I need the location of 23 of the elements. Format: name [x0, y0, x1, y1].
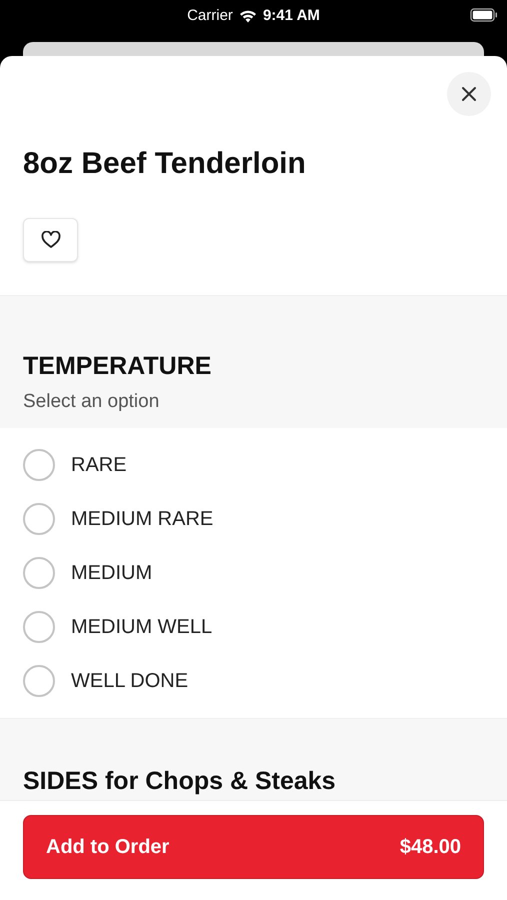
- radio-button[interactable]: [23, 665, 55, 697]
- time-label: 9:41 AM: [262, 6, 320, 26]
- battery-icon: [470, 8, 498, 22]
- section-heading: TEMPERATURE: [23, 352, 212, 380]
- carrier-label: Carrier: [187, 6, 233, 26]
- heart-icon: [40, 231, 60, 249]
- section-subtitle: Select an option: [23, 390, 160, 414]
- item-title: 8oz Beef Tenderloin: [23, 148, 307, 180]
- radio-button[interactable]: [23, 611, 55, 643]
- option-label: RARE: [71, 453, 127, 478]
- option-label: WELL DONE: [71, 669, 188, 694]
- close-button[interactable]: [447, 72, 491, 116]
- option-label: MEDIUM: [71, 561, 152, 586]
- close-icon: [461, 86, 477, 102]
- radio-button[interactable]: [23, 557, 55, 589]
- option-label: MEDIUM RARE: [71, 507, 214, 532]
- radio-button[interactable]: [23, 449, 55, 481]
- add-to-order-button[interactable]: Add to Order $48.00: [23, 815, 484, 879]
- section-heading: SIDES for Chops & Steaks: [23, 767, 337, 795]
- favorite-button[interactable]: [23, 218, 78, 262]
- radio-button[interactable]: [23, 503, 55, 535]
- wifi-icon: [238, 10, 257, 22]
- option-label: MEDIUM WELL: [71, 615, 212, 640]
